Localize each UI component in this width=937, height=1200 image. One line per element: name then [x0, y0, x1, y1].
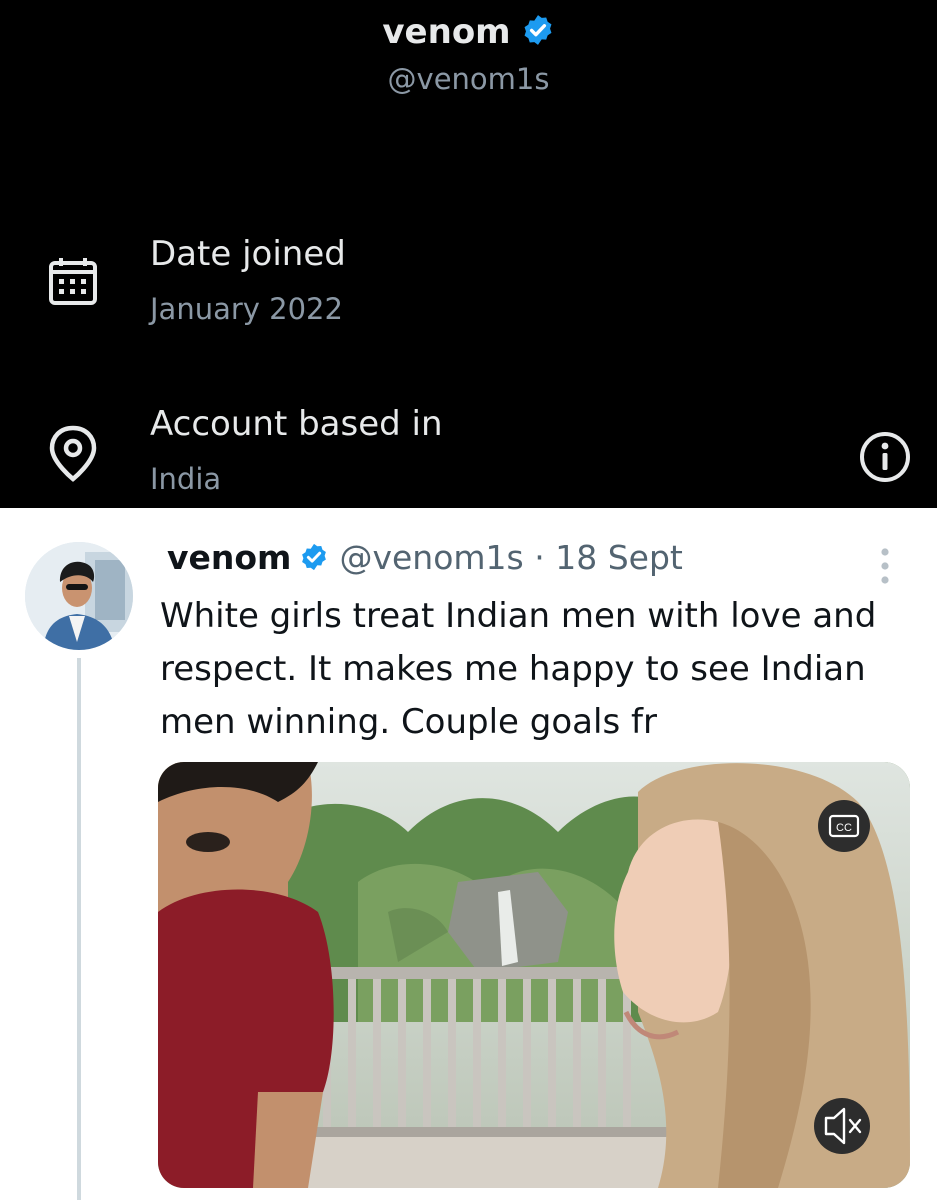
tweet-video[interactable]: CC — [158, 762, 910, 1188]
account-location-value: India — [150, 462, 222, 496]
tweet-text: White girls treat Indian men with love a… — [160, 596, 877, 742]
tweet-header: venom @venom1s · 18 Sept — [167, 538, 683, 580]
tweet[interactable]: venom @venom1s · 18 Sept White girls trea… — [0, 508, 937, 1200]
date-joined-label: Date joined — [150, 234, 346, 274]
avatar[interactable] — [25, 542, 133, 650]
more-vertical-icon[interactable] — [876, 546, 894, 594]
tweet-author-handle[interactable]: @venom1s — [339, 538, 523, 577]
calendar-icon — [46, 256, 100, 314]
tweet-author-name[interactable]: venom — [167, 538, 291, 577]
verified-badge-icon — [299, 541, 329, 580]
captions-icon[interactable] — [818, 800, 870, 852]
account-info-panel: venom @venom1s Date joined January 2022 … — [0, 0, 937, 508]
location-pin-icon — [46, 424, 100, 488]
profile-name: venom — [382, 12, 511, 52]
volume-muted-icon[interactable] — [818, 1098, 874, 1154]
profile-handle: @venom1s — [387, 62, 550, 96]
profile-header-name-row: venom — [0, 12, 937, 56]
info-icon[interactable] — [858, 430, 912, 488]
tweet-timestamp[interactable]: · 18 Sept — [534, 538, 683, 577]
thread-line — [77, 658, 81, 1200]
account-location-label: Account based in — [150, 404, 443, 444]
date-joined-value: January 2022 — [150, 292, 343, 326]
verified-badge-icon — [521, 13, 555, 56]
